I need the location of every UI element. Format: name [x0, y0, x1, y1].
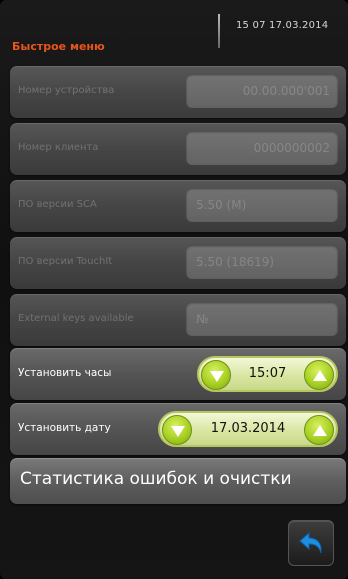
touchit-version-value: 5.50 (18619) — [196, 255, 275, 269]
header: Быстрое меню 15 07 17.03.2014 — [0, 0, 348, 64]
time-stepper[interactable]: 15:07 — [197, 356, 338, 392]
external-keys-value: № — [196, 312, 209, 326]
chevron-up-icon — [313, 370, 327, 381]
sca-version-value: 5.50 (M) — [196, 198, 247, 212]
time-increase-button[interactable] — [304, 360, 334, 390]
error-statistics-button[interactable]: Статистика ошибок и очистки — [10, 458, 346, 504]
clock-display: 15 07 17.03.2014 — [236, 20, 329, 31]
page-title: Быстрое меню — [12, 40, 105, 53]
sca-version-row: ПО версии SCA 5.50 (M) — [10, 180, 346, 232]
client-number-field: 0000000002 — [186, 131, 338, 165]
set-date-label: Установить дату — [18, 422, 111, 434]
date-stepper[interactable]: 17.03.2014 — [158, 411, 338, 447]
external-keys-label: External keys available — [18, 313, 134, 324]
device-number-field: 00.00.000'001 — [186, 74, 338, 108]
external-keys-row: External keys available № — [10, 294, 346, 346]
set-time-label: Установить часы — [18, 367, 112, 379]
client-number-label: Номер клиента — [18, 142, 99, 153]
header-divider — [218, 14, 220, 48]
date-increase-button[interactable] — [304, 415, 334, 445]
device-number-label: Номер устройства — [18, 85, 115, 96]
touchit-version-row: ПО версии TouchIt 5.50 (18619) — [10, 237, 346, 289]
sca-version-field: 5.50 (M) — [186, 188, 338, 222]
sca-version-label: ПО версии SCA — [18, 199, 97, 210]
set-date-row: Установить дату 17.03.2014 — [10, 403, 346, 455]
client-number-value: 0000000002 — [253, 141, 330, 155]
set-time-row: Установить часы 15:07 — [10, 348, 346, 400]
touchit-version-label: ПО версии TouchIt — [18, 256, 113, 267]
external-keys-field: № — [186, 302, 338, 336]
quick-menu-screen: Быстрое меню 15 07 17.03.2014 Номер устр… — [0, 0, 348, 579]
client-number-row: Номер клиента 0000000002 — [10, 123, 346, 175]
touchit-version-field: 5.50 (18619) — [186, 245, 338, 279]
chevron-up-icon — [313, 425, 327, 436]
back-button[interactable] — [288, 520, 334, 566]
device-number-value: 00.00.000'001 — [242, 84, 330, 98]
back-arrow-icon — [299, 531, 322, 554]
device-number-row: Номер устройства 00.00.000'001 — [10, 66, 346, 118]
error-statistics-label: Статистика ошибок и очистки — [20, 469, 292, 489]
